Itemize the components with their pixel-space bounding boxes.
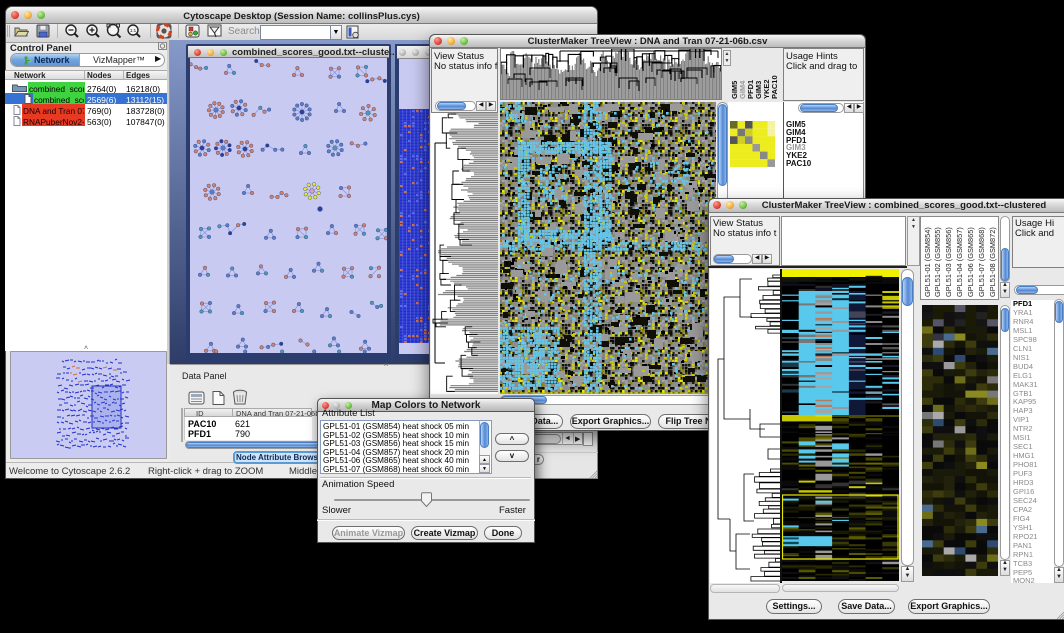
svg-text:1:1: 1:1 [130,28,137,33]
